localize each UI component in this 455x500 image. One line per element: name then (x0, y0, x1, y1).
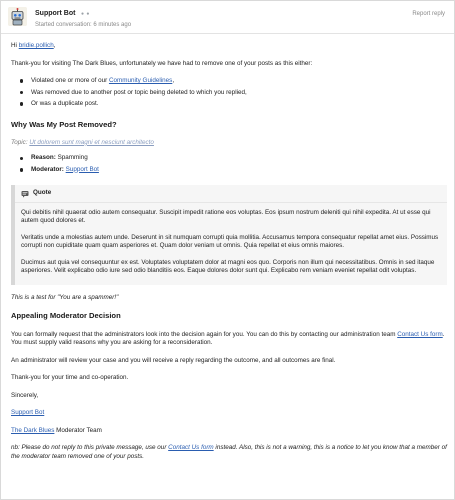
list-item: Was removed due to another post or topic… (19, 89, 447, 98)
signature: Support Bot (11, 409, 447, 418)
sincerely-text: Sincerely, (11, 391, 39, 399)
quote-paragraph: Ducimus aut quia vel consequuntur ex est… (21, 258, 435, 275)
thanks-paragraph: Thank-you for your time and co-operation… (11, 374, 129, 381)
message-body: Hi bridie.pollich, Thank-you for visitin… (11, 42, 447, 470)
removal-reasons-list: Violated one or more of our Community Gu… (19, 77, 447, 109)
team-link[interactable]: The Dark Blues (11, 427, 54, 434)
quote-icon (21, 190, 29, 198)
appeal-paragraph: You can formally request that the admini… (11, 331, 447, 348)
topic-link[interactable]: Ut dolorem sunt magni et nesciunt archit… (29, 139, 154, 146)
footer-prefix: nb: Please do not reply to this private … (11, 444, 169, 451)
test-note: This is a test for "You are a spammer!" (11, 293, 119, 301)
message-header: Support Bot ● ● Started conversation: 6 … (1, 1, 454, 34)
username-link[interactable]: bridie.pollich (19, 42, 54, 49)
greeting-prefix: Hi (11, 42, 17, 49)
greeting: Hi bridie.pollich, (11, 42, 447, 51)
quote-title: Quote (33, 189, 52, 197)
quote-block: Quote Qui debitis nihil quaerat odio aut… (11, 185, 447, 285)
quote-header: Quote (15, 185, 447, 203)
reason-label: Reason: (31, 154, 56, 162)
why-removed-heading: Why Was My Post Removed? (11, 119, 117, 129)
reason-suffix: , (172, 77, 175, 84)
appeal-heading: Appealing Moderator Decision (11, 311, 121, 321)
appeal-text: You can formally request that the admini… (11, 330, 396, 338)
team-line: The Dark Blues Moderator Team (11, 427, 447, 436)
removal-details-list: Reason: Spamming Moderator: Support Bot (19, 154, 447, 174)
conversation-message: Support Bot ● ● Started conversation: 6 … (0, 0, 455, 500)
moderator-link[interactable]: Support Bot (66, 166, 99, 173)
reason-text: Violated one or more of our (31, 77, 109, 84)
footer-contact-link[interactable]: Contact Us form (168, 444, 214, 451)
topic-line: Topic: Ut dolorem sunt magni et nesciunt… (11, 139, 447, 148)
moderator-label: Moderator: (31, 165, 64, 173)
greeting-suffix: , (53, 42, 56, 49)
footer-note: nb: Please do not reply to this private … (11, 444, 447, 461)
avatar[interactable] (8, 7, 27, 26)
quote-paragraph: Veritatis unde a molestias autem unde. D… (21, 233, 439, 250)
reason-text: Or was a duplicate post. (31, 100, 99, 107)
topic-label: Topic: (11, 138, 28, 146)
signature-link[interactable]: Support Bot (11, 409, 44, 416)
list-item: Reason: Spamming (19, 154, 447, 163)
reason-text: Was removed due to another post or topic… (31, 88, 247, 96)
quote-content: Qui debitis nihil quaerat odio autem con… (15, 203, 447, 285)
status-indicator-icon: ● ● (81, 11, 90, 17)
robot-avatar-icon (8, 7, 27, 26)
contact-us-link[interactable]: Contact Us form (397, 331, 443, 338)
list-item: Violated one or more of our Community Gu… (19, 77, 447, 86)
list-item: Or was a duplicate post. (19, 100, 447, 109)
author-name[interactable]: Support Bot (35, 9, 75, 18)
community-guidelines-link[interactable]: Community Guidelines (109, 77, 172, 84)
reason-value: Spamming (57, 154, 88, 162)
list-item: Moderator: Support Bot (19, 166, 447, 175)
topic-link-text: Ut dolorem sunt magni et nesciunt archit… (29, 138, 154, 146)
quote-paragraph: Qui debitis nihil quaerat odio autem con… (21, 208, 431, 225)
conversation-meta: Started conversation: 6 minutes ago (35, 22, 132, 28)
intro-sentence: Thank-you for visiting The Dark Blues, u… (11, 59, 313, 67)
review-paragraph: An administrator will review your case a… (11, 356, 336, 364)
report-reply-link[interactable]: Report reply (412, 10, 445, 18)
team-suffix: Moderator Team (54, 426, 102, 434)
